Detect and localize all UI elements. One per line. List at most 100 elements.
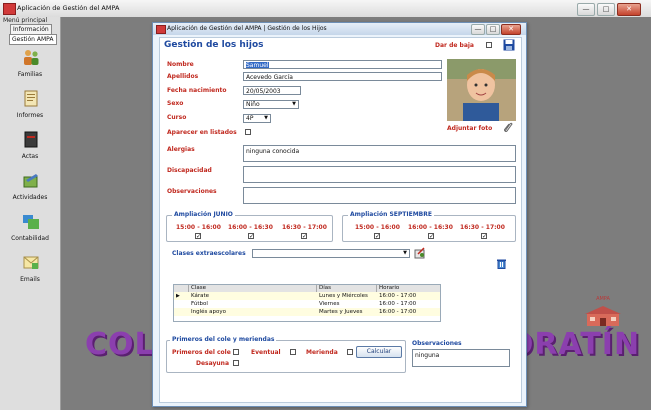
alergias-input[interactable]: ninguna conocida [243,145,516,162]
menu-item-label: Familias [17,71,43,78]
desayuna-checkbox[interactable] [233,360,239,366]
primeros-cole-label: Primeros del cole [172,349,231,356]
table-cell: Lunes y Miércoles [319,293,368,299]
hijos-window: Aplicación de Gestión del AMPA | Gestión… [152,22,527,407]
clases-select[interactable]: ▼ [252,249,410,258]
discapacidad-input[interactable] [243,166,516,183]
column-header-dias[interactable]: Días [317,285,377,292]
observaciones-input[interactable] [243,187,516,204]
paperclip-icon[interactable] [502,122,513,133]
listados-checkbox[interactable] [245,129,251,135]
school-building-icon [585,306,621,326]
main-window-title: Aplicación de Gestión del AMPA [17,4,120,12]
junio-slot-2-checkbox[interactable]: ✓ [248,233,254,240]
alergias-label: Alergias [167,146,195,153]
eventual-label: Eventual [251,349,281,356]
app-icon [3,3,16,15]
minimize-button[interactable]: — [577,3,595,16]
apellidos-input[interactable]: Acevedo García [243,72,442,81]
tab-gestion-ampa[interactable]: Gestión AMPA [9,34,57,45]
table-row[interactable]: Inglés apoyo Martes y Jueves 16:00 - 17:… [174,308,440,316]
baja-checkbox[interactable] [486,42,492,48]
sept-slot-1-label: 15:00 - 16:00 [355,224,400,231]
menu-item-label: Actividades [12,194,48,201]
activities-icon [23,174,38,188]
sept-slot-3-label: 16:30 - 17:00 [460,224,505,231]
maximize-button[interactable]: □ [597,3,615,16]
junio-slot-3-checkbox[interactable]: ✓ [301,233,307,240]
nombre-value: Samuel [246,62,269,69]
table-cell: Fútbol [191,301,208,307]
column-header-horario[interactable]: Horario [377,285,440,292]
junio-slot-1-checkbox[interactable]: ✓ [195,233,201,240]
fecha-input[interactable]: 20/05/2003 [243,86,301,95]
table-cell: Inglés apoyo [191,309,226,315]
eventual-checkbox[interactable] [290,349,296,355]
form-heading: Gestión de los hijos [164,40,264,50]
table-cell: 16:00 - 17:00 [379,309,417,315]
table-cell: Kárate [191,293,210,299]
trash-icon[interactable] [496,258,507,269]
junio-slot-1-label: 15:00 - 16:00 [176,224,221,231]
desayuna-label: Desayuna [196,360,229,367]
nombre-input[interactable]: Samuel [243,60,442,69]
sexo-select[interactable]: Niño ▼ [243,100,299,109]
junio-slot-3-label: 16:30 - 17:00 [282,224,327,231]
primeros-title: Primeros del cole y meriendas [170,336,277,343]
baja-label: Dar de baja [435,42,474,49]
family-icon [24,50,39,65]
menu-item-actividades[interactable]: Actividades [1,172,59,212]
curso-label: Curso [167,114,187,121]
child-close-button[interactable]: ✕ [501,24,521,35]
menu-item-emails[interactable]: Emails [1,254,59,294]
menu-item-informes[interactable]: Informes [1,90,59,130]
observaciones-label: Observaciones [167,188,217,195]
chevron-down-icon: ▼ [403,250,407,256]
table-row[interactable]: ▶ Kárate Lunes y Miércoles 16:00 - 17:00 [174,292,440,300]
primeros-cole-checkbox[interactable] [233,349,239,355]
table-cell: Martes y Jueves [319,309,363,315]
sept-slot-1-checkbox[interactable]: ✓ [374,233,380,240]
menu-item-label: Actas [21,153,39,160]
main-menu: Menú principal Información Gestión AMPA … [0,17,61,410]
table-row[interactable]: Fútbol Viernes 16:00 - 17:00 [174,300,440,308]
child-portrait-icon [447,59,516,121]
menu-item-contabilidad[interactable]: Contabilidad [1,213,59,253]
child-minimize-button[interactable]: — [471,24,485,35]
adjuntar-foto-label: Adjuntar foto [447,125,493,132]
child-window-title: Aplicación de Gestión del AMPA | Gestión… [167,25,327,32]
child-photo [447,59,516,121]
add-class-icon[interactable] [414,247,426,259]
save-icon[interactable] [503,39,515,51]
menu-item-label: Emails [20,276,40,283]
report-icon [24,90,38,107]
child-maximize-button[interactable]: □ [486,24,500,35]
sexo-value: Niño [246,101,260,108]
table-cell: Viernes [319,301,340,307]
column-header-clase[interactable]: Clase [189,285,317,292]
junio-slot-2-label: 16:00 - 16:30 [228,224,273,231]
apellidos-label: Apellidos [167,73,199,80]
table-cell: 16:00 - 17:00 [379,301,417,307]
obs2-input[interactable]: ninguna [412,349,510,367]
calcular-button[interactable]: Calcular [356,346,402,358]
hijos-form: Gestión de los hijos Dar de baja Nombre … [159,37,522,403]
main-title-bar: Aplicación de Gestión del AMPA — □ ✕ [0,0,651,18]
table-cell: 16:00 - 17:00 [379,293,417,299]
sept-slot-3-checkbox[interactable]: ✓ [481,233,487,240]
child-app-icon [156,25,166,34]
menu-item-label: Contabilidad [11,235,49,242]
curso-select[interactable]: 4P ▼ [243,114,271,123]
current-row-indicator-icon: ▶ [176,293,180,299]
email-icon [23,256,39,269]
merienda-checkbox[interactable] [347,349,353,355]
menu-item-familias[interactable]: Familias [1,49,59,89]
curso-value: 4P [246,115,254,122]
menu-item-actas[interactable]: Actas [1,131,59,171]
close-button[interactable]: ✕ [617,3,641,16]
discapacidad-label: Discapacidad [167,167,212,174]
minutes-icon [24,131,38,148]
sept-slot-2-checkbox[interactable]: ✓ [428,233,434,240]
chevron-down-icon: ▼ [264,115,268,121]
sexo-label: Sexo [167,100,184,107]
